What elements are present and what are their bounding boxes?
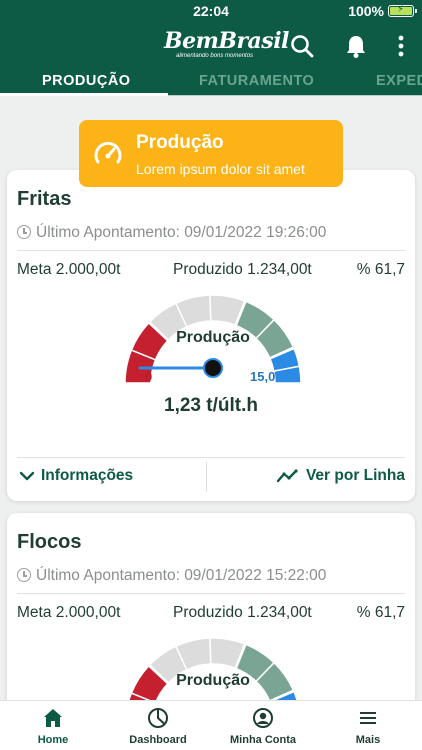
percent-value: % 61,7 xyxy=(356,261,405,278)
produced-value: Produzido 1.234,00t xyxy=(173,604,312,621)
gauge-max: 15,0 xyxy=(250,369,276,384)
chevron-down-icon xyxy=(19,471,35,481)
clock-icon xyxy=(17,225,31,239)
trend-line-icon xyxy=(276,469,298,483)
nav-label: Minha Conta xyxy=(230,734,296,746)
production-card-flocos: Flocos Último Apontamento: 09/01/2022 15… xyxy=(7,513,415,727)
production-card-fritas: Fritas Último Apontamento: 09/01/2022 19… xyxy=(7,170,415,501)
produced-value: Produzido 1.234,00t xyxy=(173,261,312,278)
tab-faturamento[interactable]: FATURAMENTO xyxy=(199,73,314,89)
speedometer-icon xyxy=(94,141,122,164)
home-icon xyxy=(44,709,62,727)
nav-label: Dashboard xyxy=(129,734,187,746)
card-title: Flocos xyxy=(17,531,82,553)
last-update: Último Apontamento: 09/01/2022 19:26:00 xyxy=(17,223,326,242)
toast-subtitle: Lorem ipsum dolor sit amet xyxy=(136,161,305,177)
divider xyxy=(17,457,405,458)
info-label: Informações xyxy=(41,467,134,484)
nav-label: Mais xyxy=(355,734,381,746)
tab-underline xyxy=(168,95,422,96)
toast-notification[interactable]: Produção Lorem ipsum dolor sit amet xyxy=(79,120,343,187)
nav-label: Home xyxy=(37,734,69,746)
user-circle-icon xyxy=(253,708,273,728)
nav-home[interactable]: Home xyxy=(3,707,103,746)
production-rate: 1,23 t/últ.h xyxy=(164,395,258,416)
last-update: Último Apontamento: 09/01/2022 15:22:00 xyxy=(17,566,326,585)
nav-more[interactable]: Mais xyxy=(318,707,418,746)
tab-indicator xyxy=(0,93,168,96)
meta-value: Meta 2.000,00t xyxy=(17,261,121,278)
brand-tagline: alimentando bons momentos xyxy=(176,53,254,59)
menu-icon xyxy=(360,712,376,724)
gauge-min: 0 xyxy=(145,369,153,384)
battery-icon: ⚡ xyxy=(388,4,417,17)
footer-divider xyxy=(206,462,207,492)
battery-percent: 100% xyxy=(348,3,384,19)
toast-title: Produção xyxy=(136,132,224,153)
status-bar: 22:04 100% ⚡ xyxy=(0,0,422,22)
last-update-text: Último Apontamento: 09/01/2022 19:26:00 xyxy=(36,224,327,241)
meta-value: Meta 2.000,00t xyxy=(17,604,121,621)
view-by-line-button[interactable]: Ver por Linha xyxy=(276,467,405,485)
gauge-label: Produção xyxy=(176,329,250,346)
brand-name: BemBrasil xyxy=(164,28,289,54)
tab-producao[interactable]: PRODUÇÃO xyxy=(42,73,131,89)
pie-chart-icon xyxy=(148,708,168,728)
tab-expedicao[interactable]: EXPEDIÇÃO xyxy=(376,73,422,89)
app-bar: BemBrasil alimentando bons momentos xyxy=(0,22,422,70)
gauge-label: Produção xyxy=(176,672,250,689)
nav-dashboard[interactable]: Dashboard xyxy=(108,707,208,746)
bottom-nav: Home Dashboard Minha Conta Mais xyxy=(0,700,422,750)
brand-logo: BemBrasil alimentando bons momentos xyxy=(164,28,289,62)
gauge-hub xyxy=(203,358,223,378)
info-button[interactable]: Informações xyxy=(19,467,133,485)
card-title: Fritas xyxy=(17,188,72,210)
bell-icon[interactable] xyxy=(342,32,370,60)
percent-value: % 61,7 xyxy=(356,604,405,621)
divider xyxy=(17,593,405,594)
clock-icon xyxy=(17,568,31,582)
nav-account[interactable]: Minha Conta xyxy=(213,707,313,746)
last-update-text: Último Apontamento: 09/01/2022 15:22:00 xyxy=(36,567,327,584)
view-by-line-label: Ver por Linha xyxy=(305,467,405,484)
divider xyxy=(17,250,405,251)
search-icon[interactable] xyxy=(288,32,316,60)
more-vertical-icon[interactable] xyxy=(387,32,415,60)
